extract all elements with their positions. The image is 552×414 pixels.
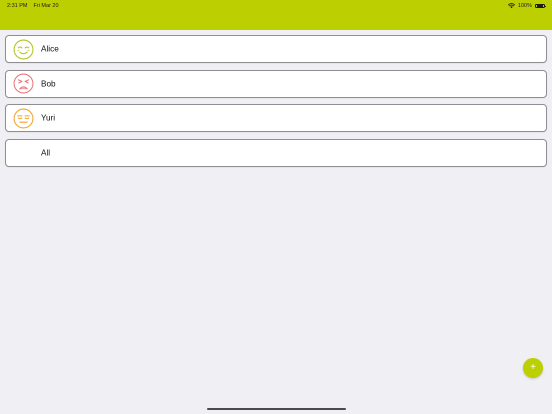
- person-row-alice[interactable]: Alice: [5, 35, 547, 63]
- app-header: 2:31 PM Fri Mar 20 100%: [0, 0, 552, 30]
- all-row[interactable]: All: [5, 138, 547, 167]
- status-bar-left: 2:31 PM Fri Mar 20: [7, 3, 59, 9]
- battery-percent: 100%: [517, 3, 532, 9]
- person-name: Bob: [41, 79, 56, 88]
- person-name: Yuri: [41, 113, 56, 123]
- all-label: All: [41, 148, 51, 157]
- person-row-bob[interactable]: Bob: [5, 69, 547, 98]
- battery-icon: [535, 3, 546, 9]
- status-bar-right: 100%: [507, 3, 546, 9]
- angry-face-icon: [13, 73, 34, 94]
- expressionless-face-icon: [13, 108, 34, 128]
- smiling-face-icon: [13, 39, 34, 59]
- plus-icon: +: [530, 362, 536, 373]
- add-person-button[interactable]: +: [523, 358, 543, 378]
- people-list: Alice Bob Yuri All: [5, 35, 547, 173]
- wifi-icon: [507, 3, 515, 9]
- status-date: Fri Mar 20: [33, 3, 59, 9]
- person-row-yuri[interactable]: Yuri: [5, 104, 547, 132]
- home-indicator[interactable]: [207, 407, 346, 410]
- status-time: 2:31 PM: [7, 3, 28, 9]
- person-name: Alice: [41, 44, 59, 54]
